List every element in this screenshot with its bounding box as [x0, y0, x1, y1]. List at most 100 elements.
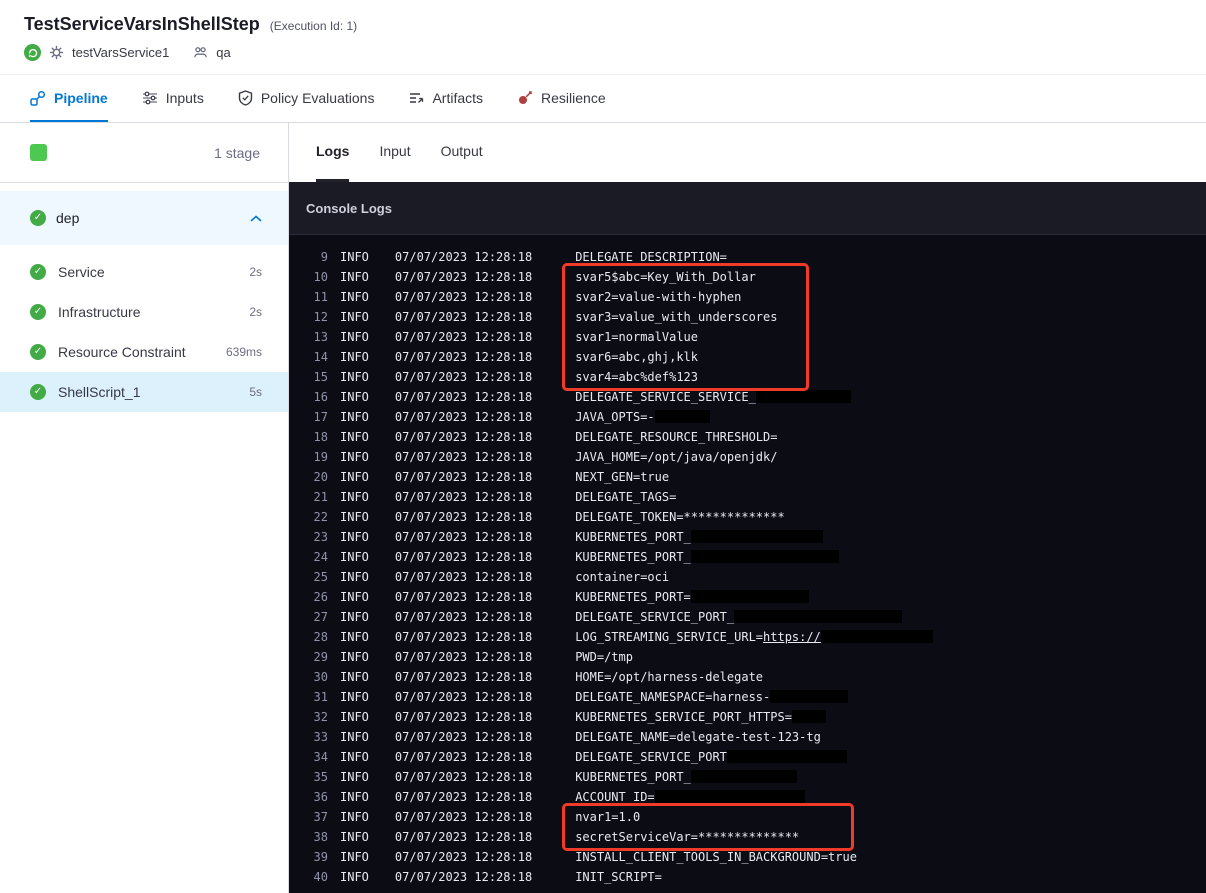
line-number: 34 [313, 750, 328, 764]
log-message: DELEGATE_NAMESPACE=harness- [575, 687, 849, 707]
step-label: Resource Constraint [58, 344, 186, 360]
artifacts-icon [408, 90, 424, 106]
log-line-37: 37 INFO 07/07/2023 12:28:18 nvar1=1.0 [289, 807, 1206, 827]
success-check-icon: ✓ [30, 210, 46, 226]
tab-label: Input [379, 143, 411, 159]
log-timestamp: 07/07/2023 12:28:18 [394, 330, 533, 344]
log-level: INFO [340, 270, 369, 284]
tab-label: Inputs [165, 89, 204, 106]
redaction-block [791, 710, 826, 723]
log-line-33: 33 INFO 07/07/2023 12:28:18 DELEGATE_NAME=d… [289, 727, 1206, 747]
pipeline-icon [30, 90, 46, 106]
stage-status-square[interactable] [30, 144, 47, 161]
tab-artifacts[interactable]: Artifacts [408, 75, 483, 122]
log-line-30: 30 INFO 07/07/2023 12:28:18 HOME=/opt/harne… [289, 667, 1206, 687]
log-message: svar5$abc=Key_With_Dollar [575, 270, 756, 284]
step-item-infrastructure[interactable]: ✓ Infrastructure 2s [0, 292, 288, 332]
log-level: INFO [340, 450, 369, 464]
log-timestamp: 07/07/2023 12:28:18 [394, 310, 533, 324]
log-line-28: 28 INFO 07/07/2023 12:28:18 LOG_STREAMING_S… [289, 627, 1206, 647]
log-level: INFO [340, 470, 369, 484]
log-message: DELEGATE_SERVICE_PORT [575, 747, 847, 767]
tab-inputs[interactable]: Inputs [142, 75, 204, 122]
step-label: Service [58, 264, 105, 280]
step-duration: 2s [249, 265, 262, 279]
log-line-25: 25 INFO 07/07/2023 12:28:18 container=oci [289, 567, 1206, 587]
step-item-resource-constraint[interactable]: ✓ Resource Constraint 639ms [0, 332, 288, 372]
line-number: 14 [313, 350, 328, 364]
log-line-13: 13 INFO 07/07/2023 12:28:18 svar1=normalVal… [289, 327, 1206, 347]
log-message: DELEGATE_RESOURCE_THRESHOLD= [575, 430, 778, 444]
tab-resilience[interactable]: Resilience [517, 75, 606, 122]
log-line-15: 15 INFO 07/07/2023 12:28:18 svar4=abc%def%1… [289, 367, 1206, 387]
redaction-block [820, 630, 933, 643]
redaction-block [690, 530, 823, 543]
log-message: ACCOUNT_ID= [575, 787, 805, 807]
log-level: INFO [340, 870, 369, 884]
log-line-40: 40 INFO 07/07/2023 12:28:18 INIT_SCRIPT= [289, 867, 1206, 887]
environment-icon [193, 45, 208, 60]
log-line-14: 14 INFO 07/07/2023 12:28:18 svar6=abc,ghj,k… [289, 347, 1206, 367]
log-line-19: 19 INFO 07/07/2023 12:28:18 JAVA_HOME=/opt/… [289, 447, 1206, 467]
log-message: PWD=/tmp [575, 650, 633, 664]
log-message: svar6=abc,ghj,klk [575, 350, 699, 364]
step-label: Infrastructure [58, 304, 141, 320]
tab-logs[interactable]: Logs [316, 123, 350, 182]
log-message: JAVA_OPTS=- [575, 407, 710, 427]
log-message: KUBERNETES_SERVICE_PORT_HTTPS= [575, 707, 826, 727]
execution-id: (Execution Id: 1) [269, 19, 358, 33]
log-timestamp: 07/07/2023 12:28:18 [394, 810, 533, 824]
execution-sidebar: 1 stage ✓ dep ✓ Service 2s ✓ Infrastructure 2… [0, 123, 289, 893]
log-timestamp: 07/07/2023 12:28:18 [394, 430, 533, 444]
stage-summary: 1 stage [0, 123, 288, 183]
log-timestamp: 07/07/2023 12:28:18 [394, 870, 533, 884]
log-timestamp: 07/07/2023 12:28:18 [394, 830, 533, 844]
log-level: INFO [340, 750, 369, 764]
log-level: INFO [340, 770, 369, 784]
log-message: container=oci [575, 570, 670, 584]
log-message: nvar1=1.0 [575, 810, 641, 824]
line-number: 22 [313, 510, 328, 524]
redaction-block [690, 550, 839, 563]
log-level: INFO [340, 290, 369, 304]
log-level: INFO [340, 710, 369, 724]
tab-pipeline[interactable]: Pipeline [30, 75, 108, 122]
log-level: INFO [340, 790, 369, 804]
stage-item-dep[interactable]: ✓ dep [0, 191, 288, 245]
log-link[interactable]: https:// [763, 630, 821, 644]
log-timestamp: 07/07/2023 12:28:18 [394, 290, 533, 304]
log-line-12: 12 INFO 07/07/2023 12:28:18 svar3=value_wit… [289, 307, 1206, 327]
line-number: 30 [313, 670, 328, 684]
chevron-up-icon[interactable] [250, 214, 262, 222]
tab-input[interactable]: Input [379, 123, 410, 182]
line-number: 26 [313, 590, 328, 604]
log-level: INFO [340, 430, 369, 444]
line-number: 24 [313, 550, 328, 564]
log-message: DELEGATE_NAME=delegate-test-123-tg [575, 730, 821, 744]
stage-name: dep [56, 210, 80, 226]
log-message: DELEGATE_SERVICE_PORT_ [575, 607, 903, 627]
line-number: 18 [313, 430, 328, 444]
tab-label: Policy Evaluations [260, 89, 375, 106]
log-timestamp: 07/07/2023 12:28:18 [394, 730, 533, 744]
step-item-service[interactable]: ✓ Service 2s [0, 252, 288, 292]
log-timestamp: 07/07/2023 12:28:18 [394, 750, 533, 764]
console-panel: Console Logs 9 INFO 07/07/2023 12:28:18 DEL… [289, 182, 1206, 893]
tab-policy-evaluations[interactable]: Policy Evaluations [238, 75, 375, 122]
step-item-shellscript-1[interactable]: ✓ ShellScript_1 5s [0, 372, 288, 412]
log-level: INFO [340, 250, 369, 264]
log-line-22: 22 INFO 07/07/2023 12:28:18 DELEGATE_TOKEN=… [289, 507, 1206, 527]
log-message: DELEGATE_TAGS= [575, 490, 677, 504]
log-timestamp: 07/07/2023 12:28:18 [394, 650, 533, 664]
log-line-9: 9 INFO 07/07/2023 12:28:18 DELEGATE_DESCRIP… [289, 247, 1206, 267]
log-lines[interactable]: 9 INFO 07/07/2023 12:28:18 DELEGATE_DESCRIP… [289, 235, 1206, 893]
line-number: 39 [313, 850, 328, 864]
log-timestamp: 07/07/2023 12:28:18 [394, 670, 533, 684]
log-level: INFO [340, 730, 369, 744]
log-line-10: 10 INFO 07/07/2023 12:28:18 svar5$abc=Key_W… [289, 267, 1206, 287]
tab-output[interactable]: Output [441, 123, 483, 182]
line-number: 29 [313, 650, 328, 664]
log-line-36: 36 INFO 07/07/2023 12:28:18 ACCOUNT_ID= [289, 787, 1206, 807]
log-timestamp: 07/07/2023 12:28:18 [394, 350, 533, 364]
environment-name: qa [216, 45, 231, 60]
